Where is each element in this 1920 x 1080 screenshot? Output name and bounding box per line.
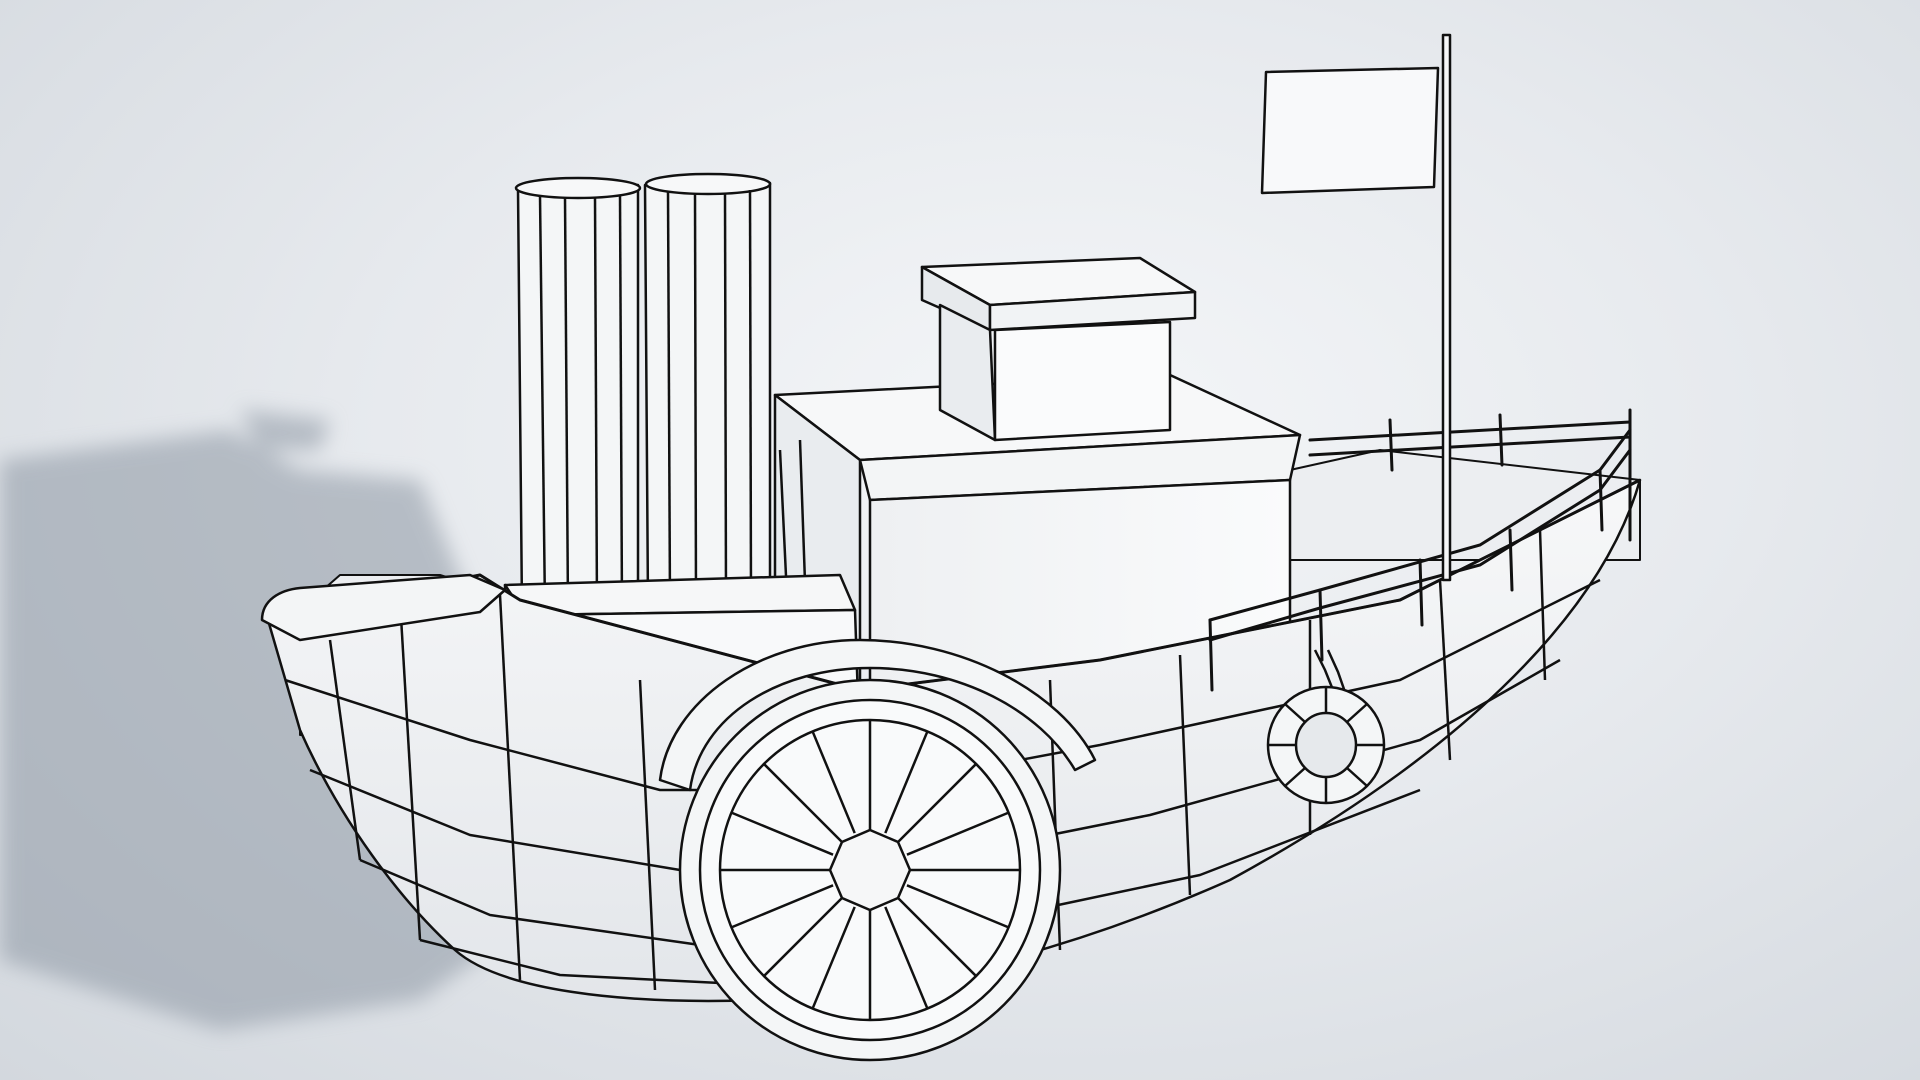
boat-model-render: [0, 33, 1642, 1062]
paddle-wheel: [678, 678, 1062, 1062]
render-viewport: [0, 0, 1920, 1080]
smokestacks: [514, 172, 772, 612]
wheelhouse: [920, 256, 1197, 442]
